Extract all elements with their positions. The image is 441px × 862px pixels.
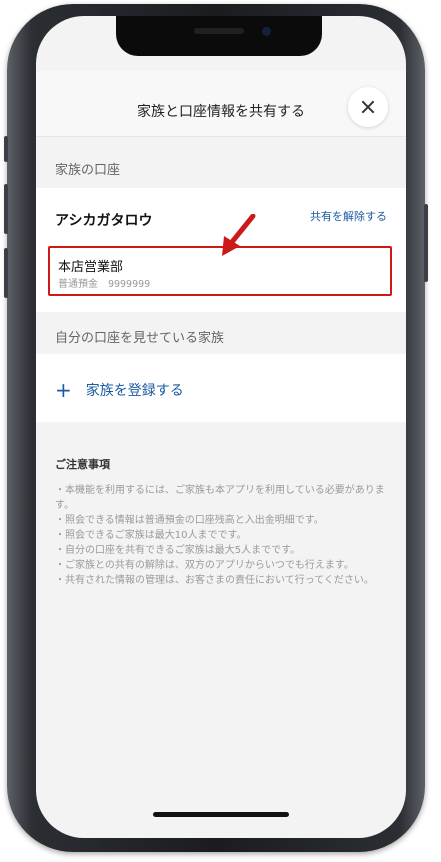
front-camera [262,27,271,36]
register-family-button[interactable]: + 家族を登録する [55,380,184,400]
plus-icon: + [55,378,72,402]
account-type: 普通預金 [58,279,98,290]
account-number: 9999999 [108,279,151,290]
notice-item: ・自分の口座を共有できるご家族は最大5人までです。 [55,545,301,556]
red-arrow-annotation [222,214,256,256]
section-family-accounts-label: 家族の口座 [55,163,121,178]
notice-item: ・本機能を利用するには、ご家族も本アプリを利用している必要があります。 [55,485,385,511]
account-detail: 普通預金 9999999 [58,275,160,290]
side-button-volume-up [4,184,8,234]
close-icon[interactable] [348,87,388,127]
notice-item: ・共有された情報の管理は、お客さまの責任において行ってください。 [55,575,374,586]
speaker [194,28,244,34]
register-family-card: + 家族を登録する [36,354,406,422]
member-name: アシカガタロウ [55,213,153,229]
notice-list: ・本機能を利用するには、ご家族も本アプリを利用している必要があります。 ・照会で… [55,483,389,588]
side-button-volume-down [4,248,8,298]
branch-name: 本店営業部 [58,260,124,275]
phone-frame: 家族と口座情報を共有する 家族の口座 アシカガタロウ 共有を解除する 本店営業部… [4,4,428,852]
home-indicator[interactable] [153,812,289,817]
side-button-mute [4,136,8,162]
notch [116,16,322,56]
notice-item: ・照会できるご家族は最大10人までです。 [55,530,247,541]
notice-title: ご注意事項 [55,458,110,471]
register-family-label: 家族を登録する [85,383,184,399]
modal-header: 家族と口座情報を共有する [36,71,406,137]
notice-item: ・照会できる情報は普通預金の口座残高と入出金明細です。 [55,515,324,526]
screen: 家族と口座情報を共有する 家族の口座 アシカガタロウ 共有を解除する 本店営業部… [36,16,406,838]
notice-item: ・ご家族との共有の解除は、双方のアプリからいつでも行えます。 [55,560,354,571]
section-my-accounts-label: 自分の口座を見せている家族 [55,331,225,346]
unshare-link[interactable]: 共有を解除する [310,208,387,224]
side-button-power [424,204,428,282]
